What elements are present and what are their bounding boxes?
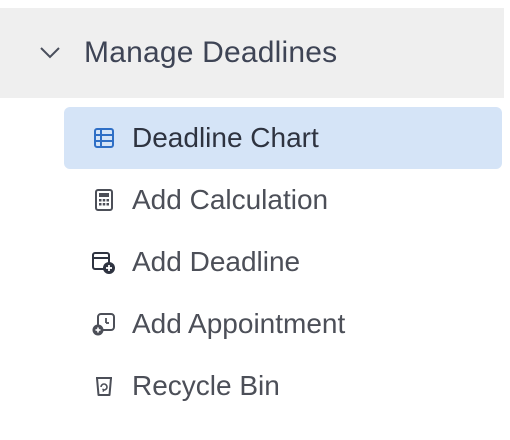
menu-item-recycle-bin[interactable]: Recycle Bin [64,355,502,417]
recycle-bin-icon [90,372,118,400]
menu-item-label: Add Appointment [132,308,346,339]
calendar-add-icon [90,248,118,276]
calculator-icon [90,186,118,214]
menu-item-label: Deadline Chart [132,122,319,153]
menu-item-add-deadline[interactable]: Add Deadline [64,231,502,293]
menu-item-deadline-chart[interactable]: Deadline Chart [64,107,502,169]
menu-item-label: Recycle Bin [132,370,280,401]
deadlines-menu: Deadline Chart Add Calculation Add Deadl… [64,107,502,417]
table-icon [90,124,118,152]
section-title: Manage Deadlines [84,36,338,69]
menu-item-label: Add Calculation [132,184,329,215]
manage-deadlines-header[interactable]: Manage Deadlines [0,8,504,98]
chevron-down-icon[interactable] [38,41,62,65]
appointment-add-icon [90,310,118,338]
menu-item-add-appointment[interactable]: Add Appointment [64,293,502,355]
menu-item-add-calculation[interactable]: Add Calculation [64,169,502,231]
menu-item-label: Add Deadline [132,246,301,277]
